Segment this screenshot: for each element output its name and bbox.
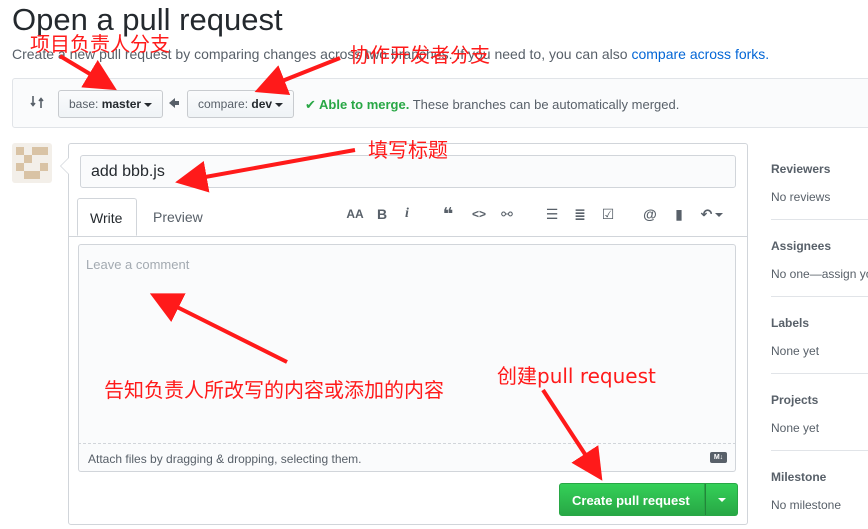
attach-files-text[interactable]: Attach files by dragging & dropping, sel…	[88, 452, 362, 466]
merge-status: ✔ Able to merge. These branches can be a…	[305, 97, 679, 113]
create-pull-request-button[interactable]: Create pull request	[559, 483, 705, 516]
reply-icon[interactable]: ↶	[698, 206, 726, 222]
bold-icon[interactable]: B	[375, 206, 389, 222]
base-branch-name: master	[101, 97, 142, 111]
sidebar-milestone[interactable]: Milestone No milestone	[771, 470, 868, 512]
comment-placeholder: Leave a comment	[86, 257, 190, 272]
annotation-comment: 告知负责人所改写的内容或添加的内容	[104, 378, 444, 402]
tab-divider	[69, 236, 747, 237]
quote-icon[interactable]: ❝	[440, 205, 456, 223]
avatar	[12, 143, 52, 183]
sidebar-projects[interactable]: Projects None yet	[771, 393, 868, 435]
compare-across-forks-link[interactable]: compare across forks.	[631, 46, 769, 62]
branch-range-bar: base: master compare: dev ✔ Able to merg…	[12, 78, 868, 128]
annotation-submit: 创建pull request	[497, 364, 656, 388]
header-text-icon[interactable]: AA	[345, 206, 365, 222]
code-icon[interactable]: <>	[470, 206, 488, 222]
chevron-down-icon	[275, 102, 284, 107]
chevron-down-icon	[144, 102, 153, 107]
comment-textarea[interactable]	[78, 244, 736, 444]
annotation-title: 填写标题	[368, 138, 448, 162]
merge-ok-text: Able to merge.	[319, 97, 410, 112]
annotation-base-branch: 项目负责人分支	[30, 32, 170, 56]
tab-preview[interactable]: Preview	[141, 198, 215, 236]
create-options-dropdown[interactable]	[705, 483, 738, 516]
markdown-icon[interactable]: M↓	[710, 452, 727, 463]
chevron-down-icon	[718, 498, 726, 502]
sidebar-assignees[interactable]: Assignees No one—assign yourself	[771, 239, 868, 281]
check-icon: ✔	[305, 97, 320, 112]
task-list-icon[interactable]: ☑	[599, 206, 617, 222]
base-branch-select[interactable]: base: master	[58, 90, 164, 118]
bullet-list-icon[interactable]: ☰	[544, 206, 560, 222]
tab-write[interactable]: Write	[77, 198, 137, 236]
arrow-left-icon	[169, 98, 179, 108]
merge-detail-text: These branches can be automatically merg…	[409, 97, 680, 112]
link-icon[interactable]: ⚯	[498, 206, 516, 222]
italic-icon[interactable]: i	[401, 206, 413, 222]
compare-branch-select[interactable]: compare: dev	[187, 90, 295, 118]
compare-icon	[30, 96, 44, 108]
sidebar-reviewers[interactable]: Reviewers No reviews	[771, 162, 868, 204]
mention-icon[interactable]: @	[642, 206, 658, 222]
annotation-compare-branch: 协作开发者分支	[350, 43, 490, 67]
saved-reply-icon[interactable]: ▮	[672, 206, 686, 222]
compare-branch-name: dev	[251, 97, 273, 111]
sidebar-labels[interactable]: Labels None yet	[771, 316, 868, 358]
numbered-list-icon[interactable]: ≣	[572, 206, 588, 222]
